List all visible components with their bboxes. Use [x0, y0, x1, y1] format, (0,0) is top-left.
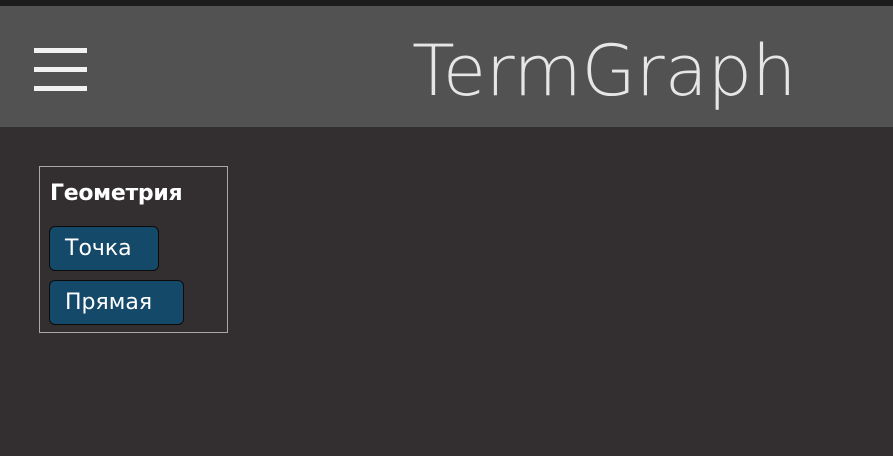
line-button[interactable]: Прямая — [49, 280, 184, 325]
point-button[interactable]: Точка — [49, 226, 159, 271]
geometry-panel: Геометрия Точка Прямая — [39, 166, 228, 333]
menu-bar-top — [34, 48, 87, 53]
app-header: TermGraph — [0, 6, 893, 127]
menu-bar-bottom — [34, 86, 87, 91]
geometry-panel-title: Геометрия — [50, 181, 183, 206]
menu-bar-middle — [34, 67, 87, 72]
hamburger-menu-icon[interactable] — [27, 41, 93, 101]
app-title: TermGraph — [412, 30, 797, 112]
